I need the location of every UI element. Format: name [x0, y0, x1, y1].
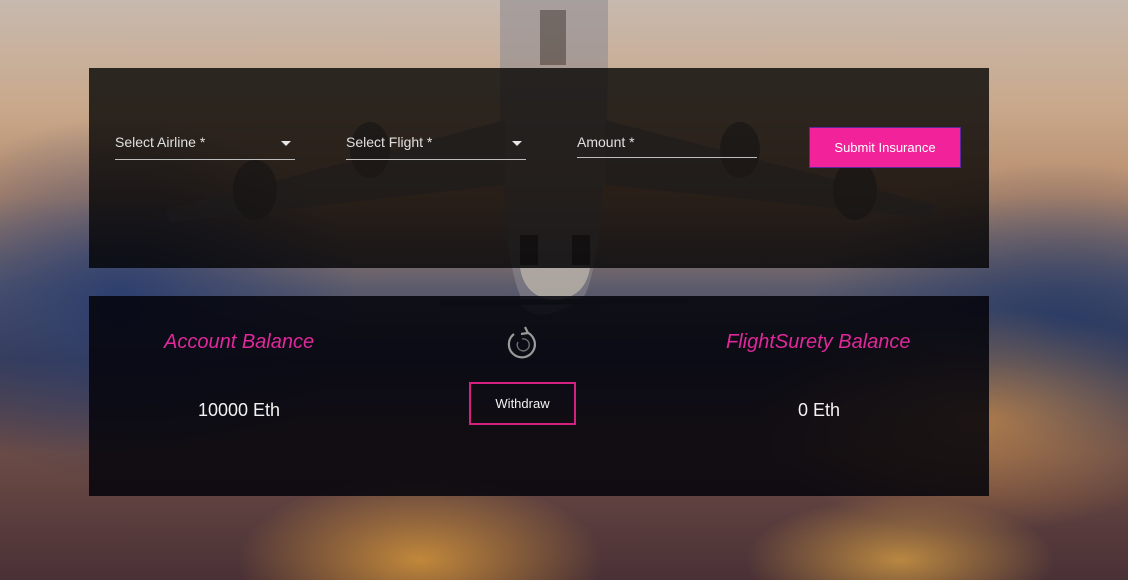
withdraw-button[interactable]: Withdraw [469, 382, 576, 425]
submit-insurance-button[interactable]: Submit Insurance [809, 127, 961, 168]
flightsurety-balance-value: 0 Eth [798, 400, 841, 420]
chevron-down-icon [512, 141, 522, 146]
amount-input[interactable] [577, 128, 761, 159]
refresh-icon[interactable] [504, 326, 540, 362]
chevron-down-icon [281, 141, 291, 146]
flight-select[interactable]: Select Flight * [346, 128, 526, 160]
amount-field: Amount * [577, 128, 761, 159]
flight-select-label: Select Flight * [346, 134, 433, 150]
insurance-form-panel [89, 68, 989, 268]
flightsurety-balance-title: FlightSurety Balance [726, 331, 911, 353]
airline-select[interactable]: Select Airline * [115, 128, 295, 160]
account-balance-title: Account Balance [164, 331, 315, 353]
account-balance-value: 10000 Eth [198, 400, 281, 420]
airline-select-label: Select Airline * [115, 134, 206, 150]
